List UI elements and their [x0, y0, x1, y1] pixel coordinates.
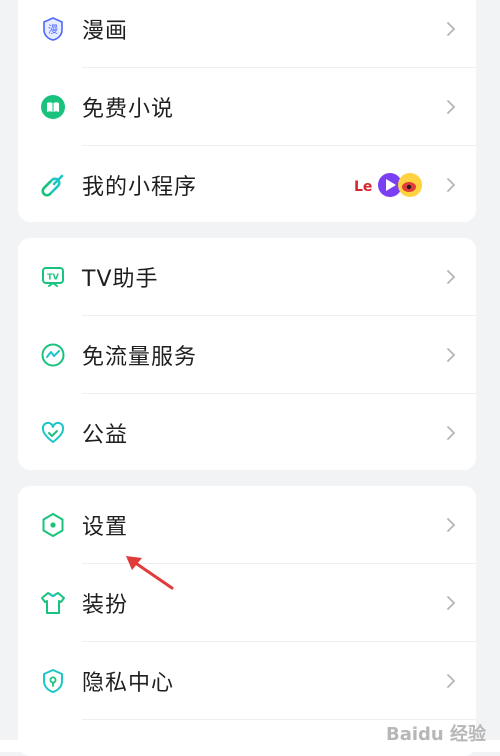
menu-item-label: 设置	[82, 515, 129, 540]
chevron-right-icon	[446, 21, 456, 37]
menu-item-free-novel[interactable]: 免费小说	[18, 68, 476, 146]
chevron-right-icon	[446, 425, 456, 441]
menu-item-label: 我的小程序	[82, 175, 198, 200]
menu-item-label: 免流量服务	[82, 345, 198, 370]
settings-hex-icon	[40, 512, 66, 538]
mini-program-icon	[40, 172, 66, 198]
menu-item-label: 隐私中心	[82, 671, 175, 696]
annotation-arrow-icon	[126, 556, 174, 590]
chevron-right-icon	[446, 595, 456, 611]
chevron-right-icon	[446, 177, 456, 193]
baidu-watermark: Baidu 经验	[385, 724, 486, 745]
menu-item-label: TV助手	[82, 267, 159, 292]
privacy-shield-icon	[40, 668, 66, 694]
shirt-icon	[40, 590, 66, 616]
chevron-right-icon	[446, 269, 456, 285]
menu-item-label: 公益	[82, 423, 129, 448]
menu-group-2: TV TV助手 免流量服务 公益	[18, 238, 476, 470]
menu-group-3: 设置 装扮 隐私中心	[18, 486, 476, 756]
chevron-right-icon	[446, 673, 456, 689]
menu-item-label: 免费小说	[82, 97, 175, 122]
book-icon	[40, 94, 66, 120]
menu-item-comic[interactable]: 漫 漫画	[18, 0, 476, 68]
menu-item-dress-up[interactable]: 装扮	[18, 564, 476, 642]
svg-text:漫: 漫	[48, 24, 58, 36]
chevron-right-icon	[446, 99, 456, 115]
badge-text: Le	[354, 179, 372, 195]
menu-item-mini-programs[interactable]: 我的小程序 Le	[18, 146, 476, 224]
menu-item-data-free[interactable]: 免流量服务	[18, 316, 476, 394]
chevron-right-icon	[446, 347, 456, 363]
tv-icon: TV	[40, 264, 66, 290]
charity-heart-icon	[40, 420, 66, 446]
comic-icon: 漫	[40, 16, 66, 42]
svg-text:TV: TV	[47, 273, 59, 282]
menu-item-tv-assistant[interactable]: TV TV助手	[18, 238, 476, 316]
recent-mini-programs-badge: Le	[354, 170, 424, 200]
menu-item-charity[interactable]: 公益	[18, 394, 476, 472]
menu-group-1: 漫 漫画 免费小说 我的小程序 Le	[18, 0, 476, 222]
menu-item-settings[interactable]: 设置	[18, 486, 476, 564]
menu-item-privacy-center[interactable]: 隐私中心	[18, 642, 476, 720]
menu-item-label: 漫画	[82, 19, 129, 44]
data-free-icon	[40, 342, 66, 368]
chevron-right-icon	[446, 517, 456, 533]
